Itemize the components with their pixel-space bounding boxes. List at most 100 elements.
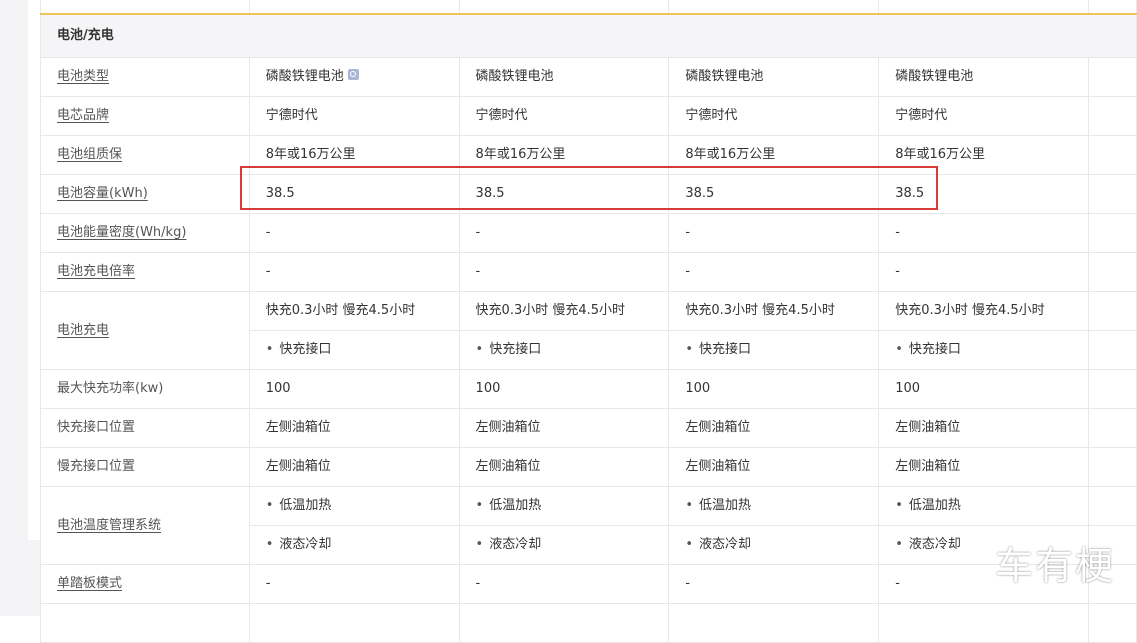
table-row: 电池温度管理系统 低温加热 低温加热 低温加热 低温加热	[41, 487, 1137, 526]
value-cell: 快充接口	[249, 331, 459, 370]
value-cell: 100	[879, 370, 1089, 409]
extra-cell	[1089, 409, 1137, 448]
header-cell	[1089, 0, 1137, 14]
extra-cell	[1089, 175, 1137, 214]
value-cell: 快充0.3小时 慢充4.5小时	[459, 292, 669, 331]
empty-cell	[879, 604, 1089, 643]
value-cell: 快充0.3小时 慢充4.5小时	[879, 292, 1089, 331]
value-cell: -	[459, 214, 669, 253]
table-row: 电芯品牌 宁德时代 宁德时代 宁德时代 宁德时代	[41, 97, 1137, 136]
value-cell: 8年或16万公里	[669, 136, 879, 175]
value-cell: -	[879, 253, 1089, 292]
value-cell: 宁德时代	[249, 97, 459, 136]
value-cell: 38.5	[879, 175, 1089, 214]
value-cell: 宁德时代	[879, 97, 1089, 136]
bullet-item: 快充接口	[476, 342, 542, 357]
empty-cell	[249, 604, 459, 643]
value-cell: 38.5	[249, 175, 459, 214]
value-cell: 磷酸铁锂电池	[879, 58, 1089, 97]
value-cell: 快充接口	[879, 331, 1089, 370]
row-label[interactable]: 电池温度管理系统	[41, 487, 250, 565]
search-icon[interactable]	[348, 69, 359, 80]
row-label-link[interactable]: 电芯品牌	[57, 108, 109, 123]
row-label[interactable]: 电池充电	[41, 292, 250, 370]
row-label-link[interactable]: 电池能量密度(Wh/kg)	[57, 225, 186, 240]
table-row: 电池容量(kWh) 38.5 38.5 38.5 38.5	[41, 175, 1137, 214]
row-label-link[interactable]: 电池充电	[57, 323, 109, 338]
empty-cell	[669, 604, 879, 643]
bullet-item: 低温加热	[266, 498, 332, 513]
value-cell: -	[249, 565, 459, 604]
watermark-logo: 车有梗	[995, 535, 1115, 590]
value-cell: 38.5	[459, 175, 669, 214]
value-cell: 8年或16万公里	[249, 136, 459, 175]
value-cell: 左侧油箱位	[879, 409, 1089, 448]
left-gutter-bottom	[0, 540, 40, 616]
value-cell: 磷酸铁锂电池	[669, 58, 879, 97]
table-row: 电池类型 磷酸铁锂电池 磷酸铁锂电池 磷酸铁锂电池 磷酸铁锂电池	[41, 58, 1137, 97]
bullet-item: 液态冷却	[476, 537, 542, 552]
table-row	[41, 604, 1137, 643]
row-label-link[interactable]: 电池组质保	[57, 147, 122, 162]
row-label[interactable]: 单踏板模式	[41, 565, 250, 604]
empty-cell	[459, 604, 669, 643]
row-label-link[interactable]: 电池容量(kWh)	[57, 186, 148, 201]
empty-cell	[41, 604, 250, 643]
table-row: 电池充电倍率 - - - -	[41, 253, 1137, 292]
bullet-item: 液态冷却	[685, 537, 751, 552]
value-cell: 左侧油箱位	[669, 448, 879, 487]
row-label-link[interactable]: 电池温度管理系统	[57, 518, 161, 533]
value-cell: -	[669, 214, 879, 253]
row-label-link[interactable]: 电池类型	[57, 69, 109, 84]
value-cell: 左侧油箱位	[459, 409, 669, 448]
empty-cell	[1089, 604, 1137, 643]
header-cell	[879, 0, 1089, 14]
value-cell: 快充0.3小时 慢充4.5小时	[669, 292, 879, 331]
header-cell	[249, 0, 459, 14]
value-cell: -	[669, 253, 879, 292]
row-label[interactable]: 电池容量(kWh)	[41, 175, 250, 214]
value-cell: 左侧油箱位	[879, 448, 1089, 487]
value-cell: 快充0.3小时 慢充4.5小时	[249, 292, 459, 331]
value-cell: -	[879, 214, 1089, 253]
bullet-item: 低温加热	[685, 498, 751, 513]
value-cell: 100	[669, 370, 879, 409]
section-header-row: 电池/充电	[41, 14, 1137, 58]
table-row: 电池充电 快充0.3小时 慢充4.5小时 快充0.3小时 慢充4.5小时 快充0…	[41, 292, 1137, 331]
bullet-item: 液态冷却	[895, 537, 961, 552]
row-label[interactable]: 电池组质保	[41, 136, 250, 175]
value-cell: 100	[249, 370, 459, 409]
row-label: 快充接口位置	[41, 409, 250, 448]
table-row: 慢充接口位置 左侧油箱位 左侧油箱位 左侧油箱位 左侧油箱位	[41, 448, 1137, 487]
row-label: 慢充接口位置	[41, 448, 250, 487]
value-cell: 宁德时代	[669, 97, 879, 136]
table-row: 电池组质保 8年或16万公里 8年或16万公里 8年或16万公里 8年或16万公…	[41, 136, 1137, 175]
row-label-link[interactable]: 电池充电倍率	[57, 264, 135, 279]
value-text: 磷酸铁锂电池	[266, 69, 344, 84]
value-cell: 100	[459, 370, 669, 409]
value-cell: 快充接口	[459, 331, 669, 370]
value-cell: 左侧油箱位	[669, 409, 879, 448]
value-cell: 液态冷却	[249, 526, 459, 565]
row-label[interactable]: 电池类型	[41, 58, 250, 97]
value-cell: 左侧油箱位	[459, 448, 669, 487]
bullet-item: 快充接口	[685, 342, 751, 357]
value-cell: -	[459, 253, 669, 292]
value-cell: 低温加热	[459, 487, 669, 526]
row-label[interactable]: 电芯品牌	[41, 97, 250, 136]
header-cell	[459, 0, 669, 14]
value-cell: 磷酸铁锂电池	[249, 58, 459, 97]
left-gutter	[0, 0, 28, 540]
table-row: 单踏板模式 - - - -	[41, 565, 1137, 604]
value-cell: 液态冷却	[459, 526, 669, 565]
row-label-link[interactable]: 单踏板模式	[57, 576, 122, 591]
value-cell: 8年或16万公里	[879, 136, 1089, 175]
header-cell	[41, 0, 250, 14]
bullet-item: 低温加热	[895, 498, 961, 513]
value-cell: -	[669, 565, 879, 604]
value-cell: 左侧油箱位	[249, 448, 459, 487]
value-cell: 低温加热	[879, 487, 1089, 526]
row-label[interactable]: 电池充电倍率	[41, 253, 250, 292]
row-label[interactable]: 电池能量密度(Wh/kg)	[41, 214, 250, 253]
spec-table: 电池/充电 电池类型 磷酸铁锂电池 磷酸铁锂电池 磷酸铁锂电池 磷酸铁锂电池 电…	[40, 0, 1137, 643]
